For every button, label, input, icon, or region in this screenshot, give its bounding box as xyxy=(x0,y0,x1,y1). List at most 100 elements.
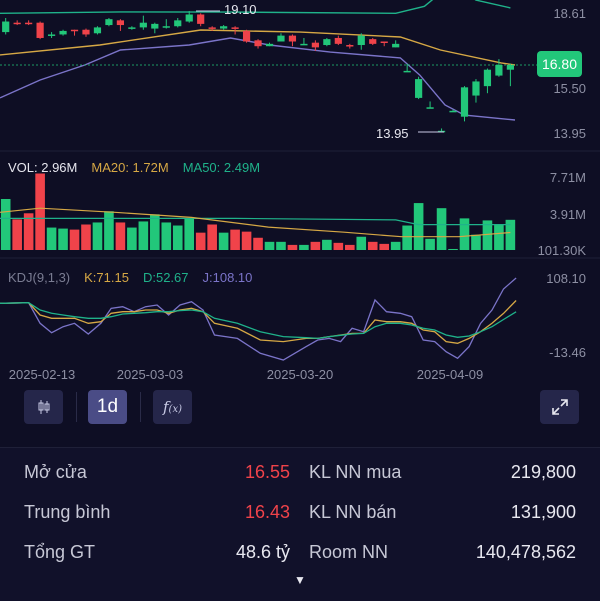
volume-bar xyxy=(0,199,11,250)
volume-bar xyxy=(69,229,80,250)
volume-bar xyxy=(58,228,68,250)
chart-type-button[interactable] xyxy=(24,390,63,424)
volume-bar xyxy=(172,225,183,250)
price-axis-label: 18.61 xyxy=(553,6,586,21)
expand-icon xyxy=(551,399,568,415)
indicator-button[interactable]: f(x) xyxy=(153,390,192,424)
candle-up xyxy=(403,70,411,73)
price-chart[interactable] xyxy=(0,0,600,385)
toolbar-divider xyxy=(76,392,77,422)
candle-up xyxy=(2,21,10,33)
volume-bar xyxy=(379,243,390,250)
volume-bar xyxy=(471,234,481,250)
volume-bar xyxy=(276,241,286,250)
price-plot xyxy=(0,0,516,133)
volume-bar xyxy=(367,241,378,250)
candle-down xyxy=(70,29,79,32)
last-price-tag: 16.80 xyxy=(537,51,582,77)
stat-label: Trung bình xyxy=(24,502,111,522)
volume-bar xyxy=(253,237,263,250)
candlestick-panel xyxy=(0,0,537,133)
stat-row: Trung bình 16.43 KL NN bán 131,900 xyxy=(24,502,576,526)
volume-bar xyxy=(459,218,470,250)
kdj-axis-label: -13.46 xyxy=(549,345,586,360)
volume-bar xyxy=(402,225,412,250)
candle-up xyxy=(277,35,285,42)
stat-value: 48.6 tỷ xyxy=(235,542,290,562)
candle-up xyxy=(449,110,457,113)
candle-down xyxy=(116,20,124,26)
volume-bar xyxy=(35,173,45,250)
stat-label: Mở cửa xyxy=(24,462,87,482)
candle-up xyxy=(495,65,503,76)
volume-bar xyxy=(92,222,103,250)
interval-button[interactable]: 1d xyxy=(88,390,127,424)
candle-down xyxy=(288,35,297,42)
candle-up xyxy=(357,35,365,46)
volume-bar xyxy=(46,227,57,250)
low-label: 13.95 xyxy=(376,126,409,141)
candle-up xyxy=(472,81,480,96)
candle-down xyxy=(242,30,251,42)
stat-row: Tổng GT 48.6 tỷ Room NN 140,478,562 xyxy=(24,542,576,566)
candle-up xyxy=(174,20,182,27)
expand-button[interactable] xyxy=(540,390,579,424)
stat-row: Mở cửa 16.55 KL NN mua 219,800 xyxy=(24,462,576,486)
candle-up xyxy=(47,34,56,36)
volume-bar xyxy=(230,229,240,250)
volume-bar xyxy=(345,244,355,250)
candlestick-icon xyxy=(38,400,49,414)
expand-stats-button[interactable]: ▼ xyxy=(294,573,306,587)
candle-up xyxy=(185,14,193,22)
volume-axis-label: 101.30K xyxy=(537,243,586,258)
candle-up xyxy=(162,26,170,28)
toolbar-divider xyxy=(140,392,141,422)
volume-bar xyxy=(448,248,458,250)
kdj-panel xyxy=(0,277,517,361)
candle-down xyxy=(82,29,90,35)
k-value: K:71.15 xyxy=(84,270,129,285)
volume-axis-label: 7.71M xyxy=(549,170,586,185)
candle-down xyxy=(369,39,377,44)
stat-value: 131,900 xyxy=(510,502,576,522)
volume-bar xyxy=(115,222,126,250)
volume-bar xyxy=(299,244,309,250)
volume-bar xyxy=(207,224,217,250)
volume-bar xyxy=(322,239,332,250)
stat-value: 219,800 xyxy=(510,462,576,482)
candle-down xyxy=(197,14,205,24)
volume-panel xyxy=(0,173,516,250)
candle-up xyxy=(128,27,136,29)
candle-up xyxy=(483,69,492,87)
stat-value: 140,478,562 xyxy=(475,542,576,562)
vol-value: VOL: 2.96M xyxy=(8,160,78,175)
candle-down xyxy=(346,45,354,47)
candle-up xyxy=(392,43,400,48)
j-value: J:108.10 xyxy=(202,270,253,285)
middle-band-line xyxy=(0,29,516,66)
candle-down xyxy=(380,41,388,43)
candle-down xyxy=(334,37,342,44)
stat-label: KL NN mua xyxy=(309,462,402,482)
stat-value: 16.55 xyxy=(244,462,290,482)
price-axis-label: 15.50 xyxy=(553,81,586,96)
candle-down xyxy=(25,22,33,25)
candle-up xyxy=(426,107,434,109)
kdj-legend: KDJ(9,1,3) K:71.15 D:52.67 J:108.10 xyxy=(8,270,266,285)
volume-bar xyxy=(425,238,435,250)
volume-bar xyxy=(218,232,229,250)
price-axis-label: 13.95 xyxy=(553,126,586,141)
volume-bar xyxy=(333,242,344,250)
k-line xyxy=(0,300,517,344)
ma50-value: MA50: 2.49M xyxy=(182,160,261,175)
date-label: 2025-03-03 xyxy=(116,367,184,382)
volume-bar xyxy=(81,224,91,250)
stat-label: Room NN xyxy=(309,542,389,562)
volume-bar xyxy=(12,219,22,250)
candle-up xyxy=(300,43,308,46)
candle-up xyxy=(415,79,423,98)
kdj-name: KDJ(9,1,3) xyxy=(8,270,71,285)
volume-bar xyxy=(195,232,206,250)
volume-bar xyxy=(241,231,252,250)
candle-up xyxy=(151,23,159,29)
